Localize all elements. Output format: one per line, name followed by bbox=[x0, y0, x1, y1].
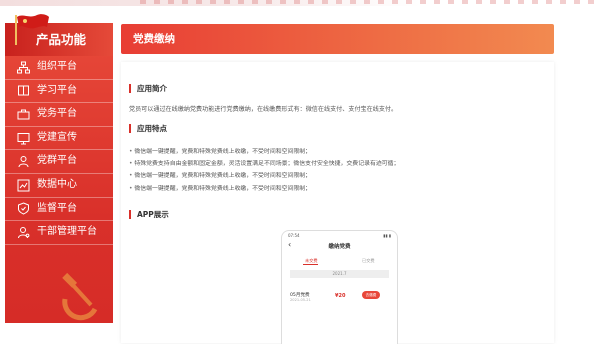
sidebar-item-supervision[interactable]: 监督平台 bbox=[5, 198, 113, 222]
sidebar: 产品功能 组织平台 学习平台 党务平台 党建宣传 党群平台 数据中心 监督平台 … bbox=[5, 14, 113, 323]
group-icon bbox=[17, 155, 30, 168]
page-title: 党费缴纳 bbox=[133, 33, 175, 45]
phone-pay-button: 去缴费 bbox=[362, 291, 380, 299]
intro-section-title: 应用简介 bbox=[129, 84, 167, 93]
sidebar-item-organization[interactable]: 组织平台 bbox=[5, 56, 113, 80]
sidebar-item-label: 党建宣传 bbox=[37, 131, 77, 143]
monitor-icon bbox=[17, 132, 30, 145]
phone-row-date: 2021-05-21 bbox=[290, 298, 311, 302]
content-panel: 应用简介 党员可以通过在线缴纳党费功能进行党费缴纳，在线缴费形式有：微信在线支付… bbox=[121, 62, 554, 344]
top-decoration-banner bbox=[0, 0, 600, 6]
list-item: 微信端一键提醒，党费和特殊党费线上收缴，不受时间和空间限制； bbox=[129, 183, 399, 195]
list-item: 微信端一键提醒，党费和特殊党费线上收缴，不受时间和空间限制； bbox=[129, 146, 399, 158]
org-chart-icon bbox=[17, 61, 30, 74]
sidebar-item-label: 党群平台 bbox=[37, 155, 77, 167]
features-section-title: 应用特点 bbox=[129, 124, 167, 133]
phone-title: 缴纳党费 bbox=[328, 244, 351, 250]
hammer-sickle-emblem-icon bbox=[62, 272, 98, 321]
sidebar-item-label: 干部管理平台 bbox=[37, 226, 97, 238]
sidebar-item-label: 学习平台 bbox=[37, 84, 77, 96]
phone-tab-paid: 已交费 bbox=[362, 258, 375, 263]
phone-status-icons: ▮▮ ▮ bbox=[383, 233, 391, 238]
app-section-title: APP展示 bbox=[129, 210, 169, 219]
sidebar-item-label: 党务平台 bbox=[37, 108, 77, 120]
person-icon bbox=[17, 226, 30, 239]
sidebar-item-label: 监督平台 bbox=[37, 202, 77, 214]
sidebar-item-cadre-management[interactable]: 干部管理平台 bbox=[5, 221, 113, 245]
sidebar-item-data-center[interactable]: 数据中心 bbox=[5, 174, 113, 198]
sidebar-menu: 组织平台 学习平台 党务平台 党建宣传 党群平台 数据中心 监督平台 干部管理平… bbox=[5, 56, 113, 245]
sidebar-header: 产品功能 bbox=[5, 14, 113, 56]
sidebar-item-mass[interactable]: 党群平台 bbox=[5, 150, 113, 174]
shield-icon bbox=[17, 202, 30, 215]
phone-amount: ¥20 bbox=[335, 293, 346, 299]
phone-date-bar: 2021.7 bbox=[290, 270, 389, 278]
phone-status-time: 07:54 bbox=[288, 233, 300, 238]
party-flag-icon bbox=[15, 14, 49, 45]
sidebar-item-propaganda[interactable]: 党建宣传 bbox=[5, 127, 113, 151]
chart-icon bbox=[17, 179, 30, 192]
sidebar-item-learning[interactable]: 学习平台 bbox=[5, 80, 113, 104]
sidebar-item-label: 数据中心 bbox=[37, 178, 77, 190]
intro-text: 党员可以通过在线缴纳党费功能进行党费缴纳，在线缴费形式有：微信在线支付、支付宝在… bbox=[129, 106, 398, 113]
sidebar-item-party-affairs[interactable]: 党务平台 bbox=[5, 103, 113, 127]
book-icon bbox=[17, 84, 30, 97]
phone-screenshot: 07:54 ▮▮ ▮ ‹ 缴纳党费 未交费 已交费 2021.7 05月党费 2… bbox=[281, 230, 398, 344]
list-item: 特殊党费支持自由金额和固定金额，灵活设置满足不同场景；微信支付安全快捷，交费记录… bbox=[129, 158, 399, 170]
briefcase-icon bbox=[17, 108, 30, 121]
list-item: 微信端一键提醒，党费和特殊党费线上收缴，不受时间和空间限制； bbox=[129, 170, 399, 182]
phone-tab-indicator bbox=[303, 264, 318, 265]
page-title-bar: 党费缴纳 bbox=[121, 24, 554, 54]
features-list: 微信端一键提醒，党费和特殊党费线上收缴，不受时间和空间限制； 特殊党费支持自由金… bbox=[129, 146, 399, 195]
sidebar-item-label: 组织平台 bbox=[37, 61, 77, 72]
